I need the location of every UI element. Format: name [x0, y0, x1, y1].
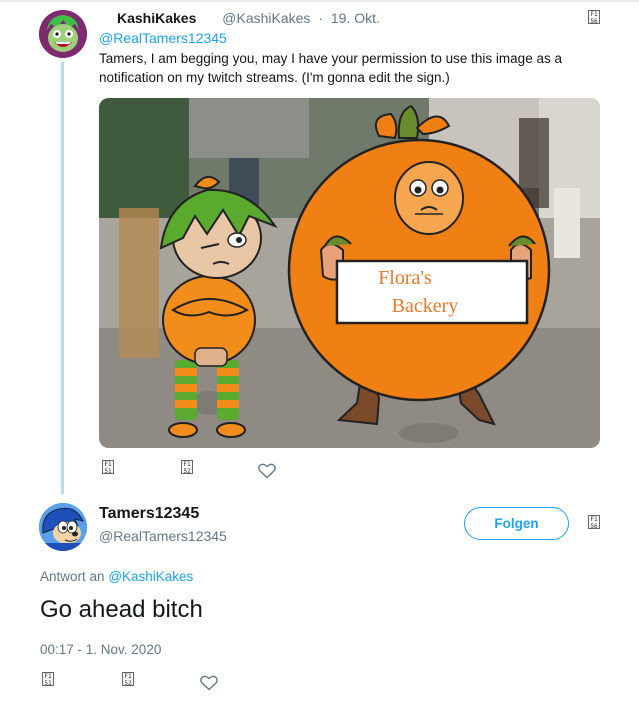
more-menu-icon[interactable]: F1 56 — [588, 10, 600, 25]
thread-connector — [61, 62, 64, 494]
reply-icon[interactable]: F1 51 — [102, 460, 114, 475]
heart-icon[interactable] — [200, 675, 218, 691]
reply-icon[interactable]: F1 51 — [42, 672, 54, 687]
tweet-text: Tamers, I am begging you, may I have you… — [99, 51, 562, 85]
tweet-header: KashiKakes @KashiKakes · 19. Okt. — [117, 10, 380, 26]
tweet-timestamp[interactable]: 00:17 - 1. Nov. 2020 — [40, 642, 161, 657]
heart-icon[interactable] — [258, 463, 276, 479]
tweet-date[interactable]: 19. Okt. — [331, 10, 380, 26]
reply-to-link[interactable]: @RealTamers12345 — [99, 30, 227, 46]
follow-button[interactable]: Folgen — [464, 507, 569, 540]
retweet-icon[interactable]: F1 52 — [181, 460, 193, 475]
sign-text-line1: Flora's — [378, 267, 432, 289]
reply-to-link[interactable]: @KashiKakes — [108, 569, 193, 584]
retweet-icon[interactable]: F1 52 — [122, 672, 134, 687]
user-handle[interactable]: @KashiKakes — [222, 10, 310, 26]
more-menu-icon[interactable]: F1 56 — [588, 515, 600, 530]
display-name[interactable]: Tamers12345 — [99, 505, 199, 523]
tweet-text: Go ahead bitch — [40, 596, 203, 623]
tweet-image[interactable]: Flora's Backery — [99, 98, 600, 448]
top-divider — [0, 0, 639, 2]
separator-dot: · — [318, 10, 323, 26]
reply-prefix: Antwort an — [40, 569, 105, 584]
avatar[interactable] — [39, 503, 87, 551]
display-name[interactable]: KashiKakes — [117, 10, 196, 26]
avatar[interactable] — [39, 10, 87, 58]
reply-context: Antwort an @KashiKakes — [40, 569, 193, 584]
sign-text-line2: Backery — [392, 295, 459, 317]
user-handle[interactable]: @RealTamers12345 — [99, 528, 227, 544]
